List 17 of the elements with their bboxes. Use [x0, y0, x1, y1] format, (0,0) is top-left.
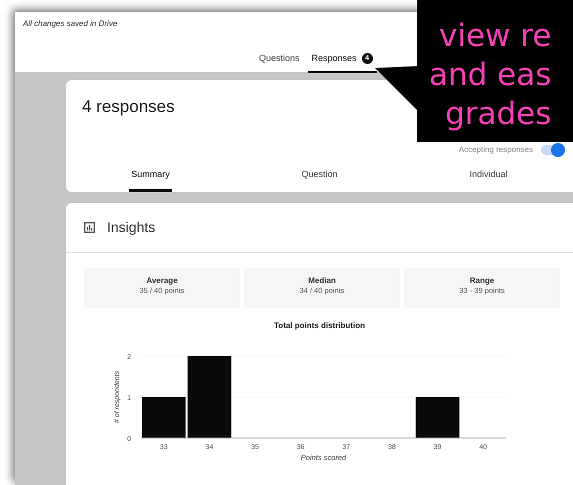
bar-chart-icon — [84, 222, 95, 233]
stat-label: Average — [145, 276, 179, 286]
insights-title: Insights — [107, 218, 156, 237]
histogram-bar — [142, 397, 186, 438]
save-status: All changes saved in Drive — [23, 18, 118, 30]
summary-tab[interactable]: Individual — [467, 168, 510, 192]
stat-label: Median — [307, 276, 337, 286]
histogram-bar — [416, 397, 460, 438]
summary-tab[interactable]: Summary — [129, 168, 172, 192]
accepting-responses-label: Accepting responses — [458, 144, 533, 156]
summary-tab[interactable]: Question — [299, 168, 340, 192]
callout-text: view re and eas grades — [429, 17, 552, 134]
responses-count-title: 4 responses — [82, 96, 175, 118]
stat-label: Range — [468, 276, 496, 286]
nav-tab[interactable]: Questions — [255, 52, 304, 72]
chart-title: Total points distribution — [273, 320, 366, 332]
accepting-toggle[interactable] — [541, 145, 563, 155]
